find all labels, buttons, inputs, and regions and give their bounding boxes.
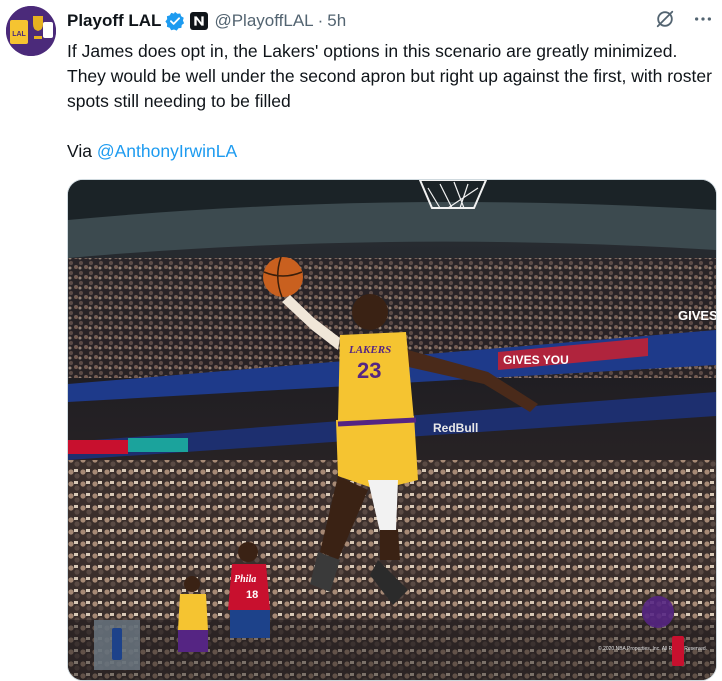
dunk-photo: GIVES YOU GIVES Y RedBull (68, 180, 716, 680)
grok-icon[interactable] (654, 8, 676, 30)
opponent-number: 18 (246, 589, 258, 601)
verified-badge-icon (165, 11, 185, 31)
sponsor-text: RedBull (433, 421, 478, 435)
avatar-image: LAL (6, 6, 56, 56)
jersey-number: 23 (357, 358, 381, 383)
tweet-media-image[interactable]: GIVES YOU GIVES Y RedBull (67, 179, 717, 681)
avatar[interactable]: LAL (6, 6, 56, 56)
more-icon[interactable] (692, 8, 714, 30)
tweet-header: Playoff LAL @PlayoffLAL · 5h (67, 8, 346, 34)
avatar-text: LAL (12, 31, 26, 38)
tweet-text: If James does opt in, the Lakers' option… (67, 41, 712, 111)
via-mention-link[interactable]: @AnthonyIrwinLA (97, 141, 237, 161)
jersey-text: LAKERS (348, 344, 391, 356)
via-prefix: Via (67, 141, 92, 161)
nba-logo (672, 636, 684, 666)
tweet[interactable]: LAL Playoff LAL @PlayoffLAL · 5h If Jame… (0, 0, 722, 681)
tweet-actions-top (654, 8, 714, 30)
basketball (263, 257, 303, 297)
separator-dot: · (317, 11, 324, 30)
opponent-jersey: Phila (234, 574, 256, 585)
display-name[interactable]: Playoff LAL (67, 11, 161, 31)
banner-text-right: GIVES Y (678, 308, 716, 323)
banner-text: GIVES YOU (503, 353, 569, 367)
affiliate-icon[interactable] (190, 12, 209, 30)
lakers-logo (642, 596, 674, 628)
timestamp[interactable]: 5h (327, 11, 346, 31)
handle[interactable]: @PlayoffLAL (214, 11, 313, 31)
via-line: Via @AnthonyIrwinLA (67, 139, 237, 164)
watermark-text: © 2020 NBA Properties, Inc. All Rights R… (598, 645, 707, 652)
